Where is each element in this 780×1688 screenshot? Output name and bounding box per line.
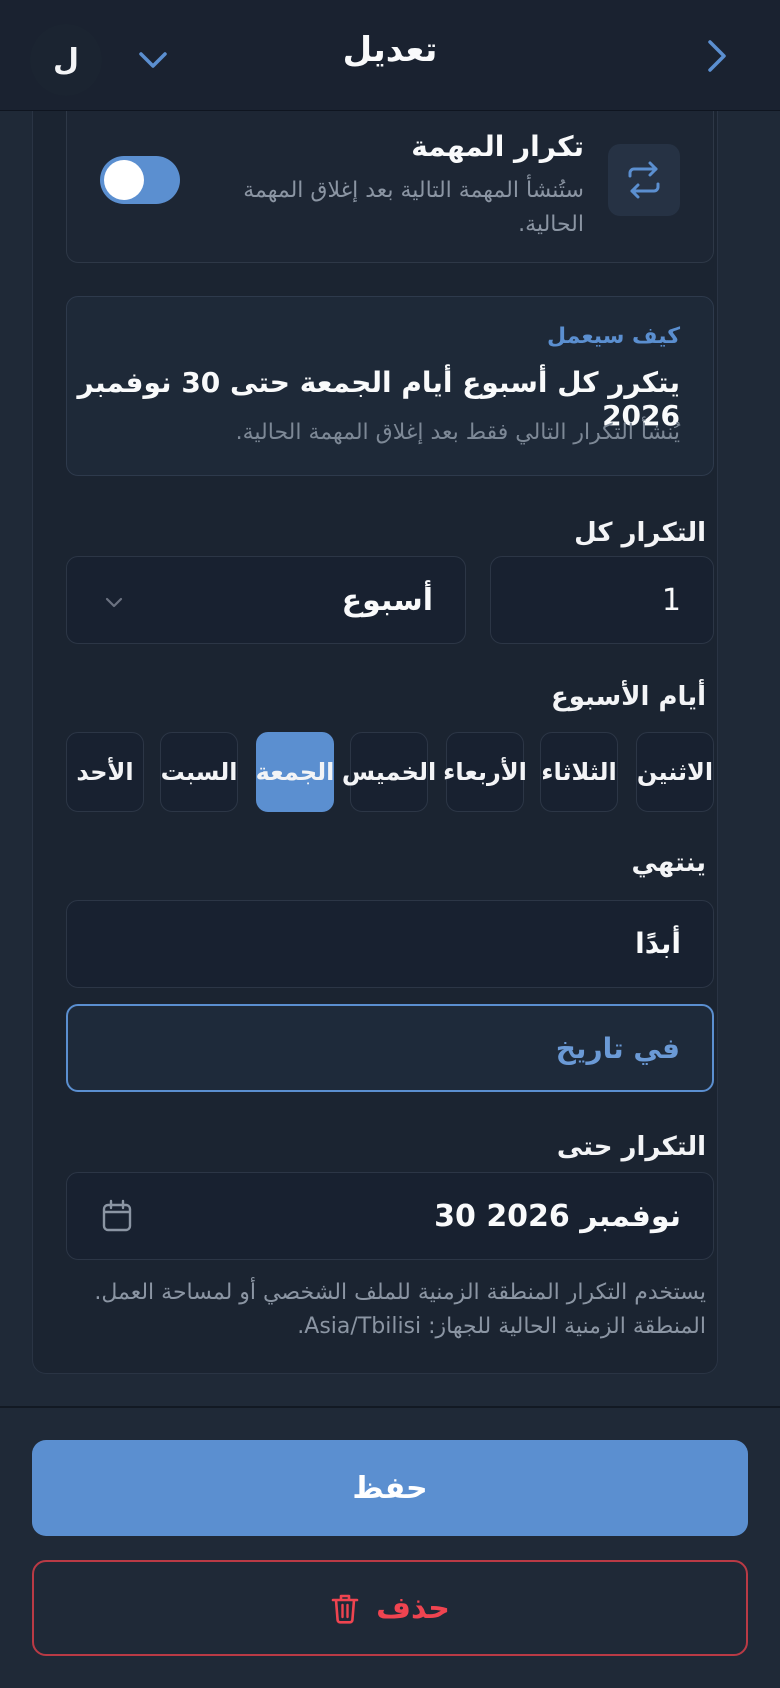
day-friday[interactable]: الجمعة xyxy=(256,732,334,812)
until-date-value: 30 نوفمبر 2026 xyxy=(434,1199,681,1234)
divider xyxy=(0,1406,780,1408)
how-it-works-label: كيف سيعمل xyxy=(546,324,680,349)
day-saturday[interactable]: السبت xyxy=(160,732,238,812)
repeat-icon xyxy=(608,144,680,216)
day-thursday[interactable]: الخميس xyxy=(342,732,436,812)
trash-icon xyxy=(331,1594,359,1624)
ends-never-label: أبدًا xyxy=(635,927,681,960)
timezone-note: يستخدم التكرار المنطقة الزمنية للملف الش… xyxy=(94,1280,706,1339)
page-title: تعديل xyxy=(342,30,438,70)
until-label: التكرار حتى xyxy=(556,1132,706,1162)
day-wednesday[interactable]: الأربعاء xyxy=(443,732,527,812)
ends-label: ينتهي xyxy=(631,848,706,878)
day-sunday[interactable]: الأحد xyxy=(66,732,144,812)
delete-button[interactable]: حذف xyxy=(32,1560,748,1656)
chevron-down-icon xyxy=(105,597,123,608)
weekdays-label: أيام الأسبوع xyxy=(550,682,706,712)
ends-on-date-option[interactable]: في تاريخ xyxy=(66,1004,714,1092)
interval-value: 1 xyxy=(661,583,681,618)
save-label: حفظ xyxy=(352,1470,428,1506)
calendar-icon[interactable] xyxy=(101,1199,133,1233)
interval-input[interactable]: 1 xyxy=(490,556,714,644)
interval-unit-select[interactable]: أسبوع xyxy=(66,556,466,644)
interval-unit-value: أسبوع xyxy=(341,583,433,618)
ends-never-option[interactable]: أبدًا xyxy=(66,900,714,988)
until-date-field[interactable]: 30 نوفمبر 2026 xyxy=(66,1172,714,1260)
ends-on-date-label: في تاريخ xyxy=(555,1032,680,1065)
day-tuesday[interactable]: الثلاثاء xyxy=(540,732,618,812)
repeat-toggle[interactable] xyxy=(100,156,180,204)
chevron-right-icon[interactable] xyxy=(700,36,734,76)
delete-label: حذف xyxy=(376,1590,450,1626)
top-bar: ل تعديل xyxy=(0,0,780,111)
repeat-subtitle: ستُنشأ المهمة التالية بعد إغلاق المهمة ا… xyxy=(243,178,584,237)
how-it-works-note: يُنشأ التكرار التالي فقط بعد إغلاق المهم… xyxy=(235,420,680,445)
interval-label: التكرار كل xyxy=(574,518,706,548)
repeat-title: تكرار المهمة xyxy=(411,130,584,163)
day-monday[interactable]: الاثنين xyxy=(636,732,714,812)
save-button[interactable]: حفظ xyxy=(32,1440,748,1536)
repeat-arrows-icon xyxy=(628,161,660,199)
toggle-knob xyxy=(104,160,144,200)
